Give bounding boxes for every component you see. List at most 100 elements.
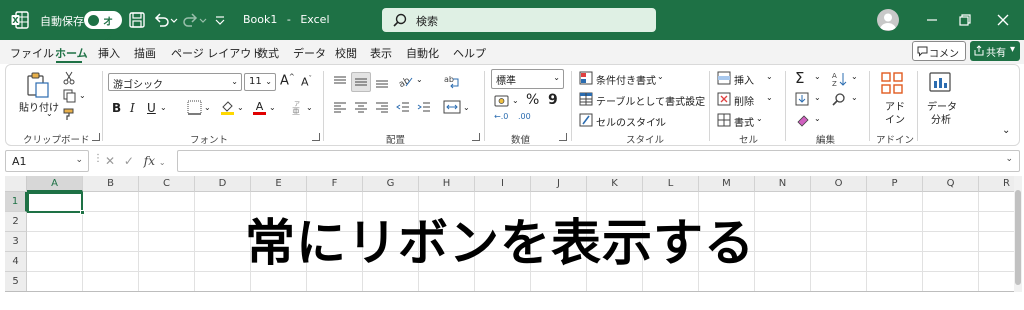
insert-function-button[interactable]: fx bbox=[144, 154, 155, 168]
column-header-p[interactable]: P bbox=[867, 176, 923, 192]
phonetic-guide-icon[interactable]: ア 亜 bbox=[289, 100, 304, 115]
alignment-launcher-icon[interactable] bbox=[472, 133, 480, 141]
tab-review[interactable]: 校閲 bbox=[335, 45, 357, 61]
tab-insert[interactable]: 挿入 bbox=[98, 45, 120, 61]
orientation-icon[interactable]: ab bbox=[396, 73, 414, 89]
delete-cells-icon[interactable] bbox=[717, 92, 731, 106]
name-box[interactable]: A1 ⌄ bbox=[5, 150, 89, 172]
italic-button[interactable]: I bbox=[130, 101, 135, 115]
excel-logo-icon[interactable]: X bbox=[10, 10, 30, 30]
row-header-4[interactable]: 4 bbox=[5, 252, 27, 272]
share-button[interactable]: 共有 ▾ bbox=[970, 41, 1020, 61]
column-header-g[interactable]: G bbox=[363, 176, 419, 192]
underline-dropdown-icon[interactable]: ⌄ bbox=[160, 103, 167, 112]
format-dropdown-icon[interactable]: ⌄ bbox=[756, 114, 763, 123]
paste-label[interactable]: 貼り付け bbox=[19, 99, 59, 114]
font-name-combo[interactable]: 游ゴシック ⌄ bbox=[108, 73, 242, 91]
column-header-r[interactable]: R bbox=[979, 176, 1017, 192]
comment-button[interactable]: コメント bbox=[912, 41, 966, 75]
column-header-e[interactable]: E bbox=[251, 176, 307, 192]
wrap-text-icon[interactable]: ab bbox=[443, 73, 461, 91]
redo-dropdown-icon[interactable] bbox=[198, 10, 208, 30]
accounting-dropdown-icon[interactable]: ⌄ bbox=[512, 96, 519, 105]
add-ins-icon[interactable] bbox=[880, 71, 904, 95]
number-format-combo[interactable]: 標準 ⌄ bbox=[491, 69, 564, 89]
percent-style-button[interactable]: % bbox=[526, 92, 539, 108]
paste-dropdown-icon[interactable]: ⌄ bbox=[46, 109, 53, 118]
scrollbar-thumb[interactable] bbox=[1015, 190, 1021, 285]
clear-icon[interactable] bbox=[795, 113, 810, 128]
borders-dropdown-icon[interactable]: ⌄ bbox=[204, 103, 211, 112]
table-dropdown-icon[interactable]: ⌄ bbox=[687, 93, 694, 102]
column-header-d[interactable]: D bbox=[195, 176, 251, 192]
grow-font-button[interactable]: A^ bbox=[280, 73, 295, 88]
share-dropdown-icon[interactable]: ▾ bbox=[1010, 44, 1015, 55]
font-color-dropdown-icon[interactable]: ⌄ bbox=[269, 103, 276, 112]
fx-dropdown-icon[interactable]: ⌄ bbox=[159, 158, 166, 167]
fill-dropdown-icon[interactable]: ⌄ bbox=[814, 93, 821, 102]
tab-home[interactable]: ホーム bbox=[55, 45, 88, 61]
tab-help[interactable]: ヘルプ bbox=[453, 45, 486, 61]
fill-down-icon[interactable] bbox=[795, 92, 810, 107]
column-header-o[interactable]: O bbox=[811, 176, 867, 192]
column-header-k[interactable]: K bbox=[587, 176, 643, 192]
column-header-j[interactable]: J bbox=[531, 176, 587, 192]
cell-styles-icon[interactable] bbox=[579, 113, 593, 127]
cell-styles-dropdown-icon[interactable]: ⌄ bbox=[654, 114, 661, 123]
merge-dropdown-icon[interactable]: ⌄ bbox=[463, 103, 470, 112]
fill-color-dropdown-icon[interactable]: ⌄ bbox=[237, 103, 244, 112]
increase-decimal-button[interactable]: ←.0 bbox=[494, 112, 508, 121]
row-header-3[interactable]: 3 bbox=[5, 232, 27, 252]
underline-button[interactable]: U bbox=[147, 101, 156, 115]
conditional-format-label[interactable]: 条件付き書式 bbox=[596, 72, 656, 87]
merge-center-icon[interactable] bbox=[443, 99, 461, 115]
column-header-i[interactable]: I bbox=[475, 176, 531, 192]
sort-dropdown-icon[interactable]: ⌄ bbox=[851, 72, 858, 81]
cancel-icon[interactable]: ✕ bbox=[105, 154, 115, 168]
close-icon[interactable] bbox=[993, 10, 1013, 30]
row-header-1[interactable]: 1 bbox=[5, 192, 27, 212]
vertical-scrollbar[interactable] bbox=[1014, 176, 1022, 292]
paste-icon[interactable] bbox=[24, 71, 52, 99]
customize-toolbar-icon[interactable] bbox=[213, 10, 227, 30]
cut-icon[interactable] bbox=[62, 71, 76, 85]
ribbon-collapse-icon[interactable]: ⌄ bbox=[1002, 125, 1010, 136]
delete-cells-label[interactable]: 削除 bbox=[734, 93, 754, 108]
conditional-format-icon[interactable] bbox=[579, 71, 593, 85]
font-size-combo[interactable]: 11 ⌄ bbox=[244, 73, 276, 91]
row-header-2[interactable]: 2 bbox=[5, 212, 27, 232]
clear-dropdown-icon[interactable]: ⌄ bbox=[814, 114, 821, 123]
clipboard-launcher-icon[interactable] bbox=[92, 133, 100, 141]
undo-dropdown-icon[interactable] bbox=[169, 10, 179, 30]
insert-cells-label[interactable]: 挿入 bbox=[734, 72, 754, 87]
fill-handle[interactable] bbox=[80, 210, 85, 215]
align-right-icon[interactable] bbox=[375, 100, 389, 114]
insert-dropdown-icon[interactable]: ⌄ bbox=[766, 72, 773, 81]
column-header-n[interactable]: N bbox=[755, 176, 811, 192]
column-header-a[interactable]: A bbox=[27, 176, 83, 192]
search-box[interactable]: 検索 bbox=[382, 8, 656, 32]
align-top-icon[interactable] bbox=[333, 75, 347, 89]
decrease-indent-icon[interactable] bbox=[396, 100, 410, 114]
format-as-table-icon[interactable] bbox=[579, 92, 593, 106]
tab-view[interactable]: 表示 bbox=[370, 45, 392, 61]
increase-indent-icon[interactable] bbox=[417, 100, 431, 114]
column-header-q[interactable]: Q bbox=[923, 176, 979, 192]
minimize-icon[interactable] bbox=[922, 10, 942, 30]
decrease-decimal-button[interactable]: .00 bbox=[518, 112, 531, 121]
save-icon[interactable] bbox=[127, 10, 147, 30]
bold-button[interactable]: B bbox=[112, 101, 121, 115]
column-header-f[interactable]: F bbox=[307, 176, 363, 192]
align-left-icon[interactable] bbox=[333, 100, 347, 114]
conditional-dropdown-icon[interactable]: ⌄ bbox=[657, 72, 664, 81]
fill-color-icon[interactable] bbox=[220, 99, 235, 116]
account-avatar[interactable] bbox=[877, 9, 899, 31]
autosave-toggle[interactable]: オフ bbox=[84, 11, 122, 43]
comma-style-button[interactable]: 9 bbox=[548, 92, 558, 108]
analyze-data-icon[interactable] bbox=[928, 71, 952, 95]
column-header-m[interactable]: M bbox=[699, 176, 755, 192]
align-bottom-icon[interactable] bbox=[375, 75, 389, 89]
formula-bar-grip-icon[interactable]: ⋮ bbox=[93, 153, 103, 164]
formula-input[interactable]: ⌄ bbox=[177, 150, 1020, 172]
find-dropdown-icon[interactable]: ⌄ bbox=[851, 93, 858, 102]
